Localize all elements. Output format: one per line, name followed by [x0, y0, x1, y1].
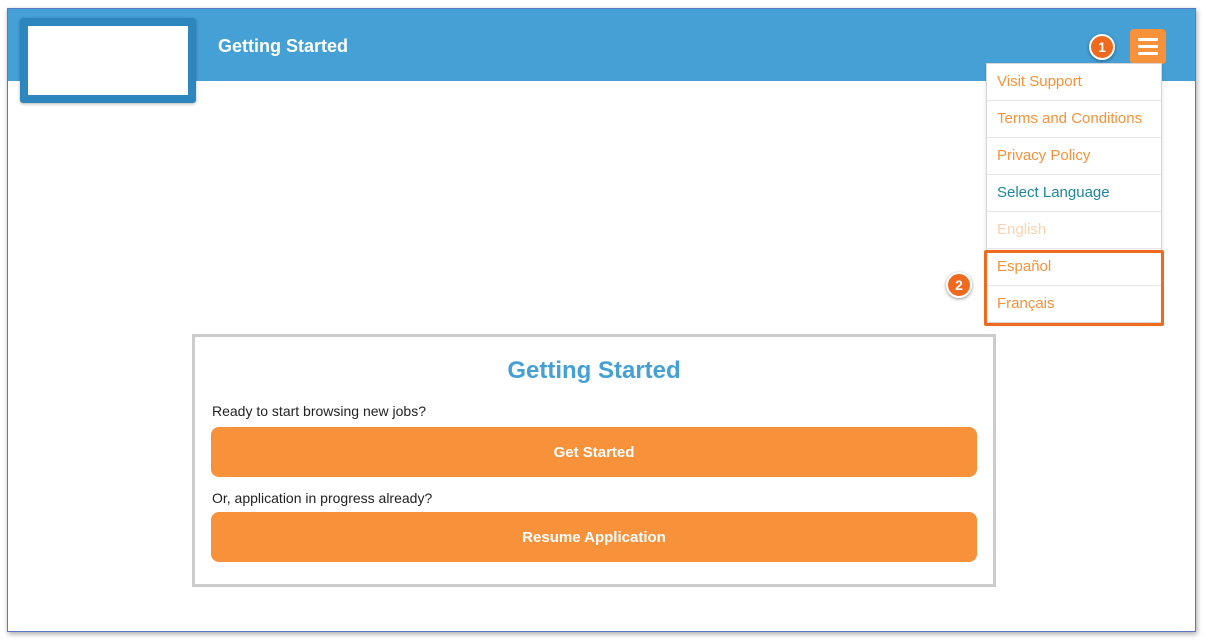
annotation-highlight-box — [984, 250, 1164, 326]
annotation-callout-1: 1 — [1089, 34, 1115, 60]
header-title: Getting Started — [218, 36, 349, 56]
logo[interactable] — [20, 18, 196, 103]
hamburger-menu-icon — [1138, 45, 1158, 48]
menu-item-privacy-policy[interactable]: Privacy Policy — [987, 138, 1161, 175]
app-window: Getting Started 1 Visit Support Terms an… — [7, 8, 1196, 632]
menu-heading-select-language: Select Language — [987, 175, 1161, 212]
getting-started-card: Getting Started Ready to start browsing … — [192, 334, 996, 587]
card-title: Getting Started — [507, 357, 681, 384]
prompt-new-jobs: Ready to start browsing new jobs? — [212, 403, 426, 419]
hamburger-menu-icon — [1138, 38, 1158, 41]
resume-application-button[interactable]: Resume Application — [211, 512, 977, 562]
menu-item-visit-support[interactable]: Visit Support — [987, 64, 1161, 101]
menu-item-terms-and-conditions[interactable]: Terms and Conditions — [987, 101, 1161, 138]
get-started-button[interactable]: Get Started — [211, 427, 977, 477]
menu-item-language-english-selected: English — [987, 212, 1161, 249]
prompt-resume-application: Or, application in progress already? — [212, 490, 433, 506]
hamburger-menu-button[interactable] — [1130, 29, 1166, 64]
annotation-callout-2: 2 — [946, 272, 972, 298]
hamburger-menu-icon — [1138, 52, 1158, 55]
